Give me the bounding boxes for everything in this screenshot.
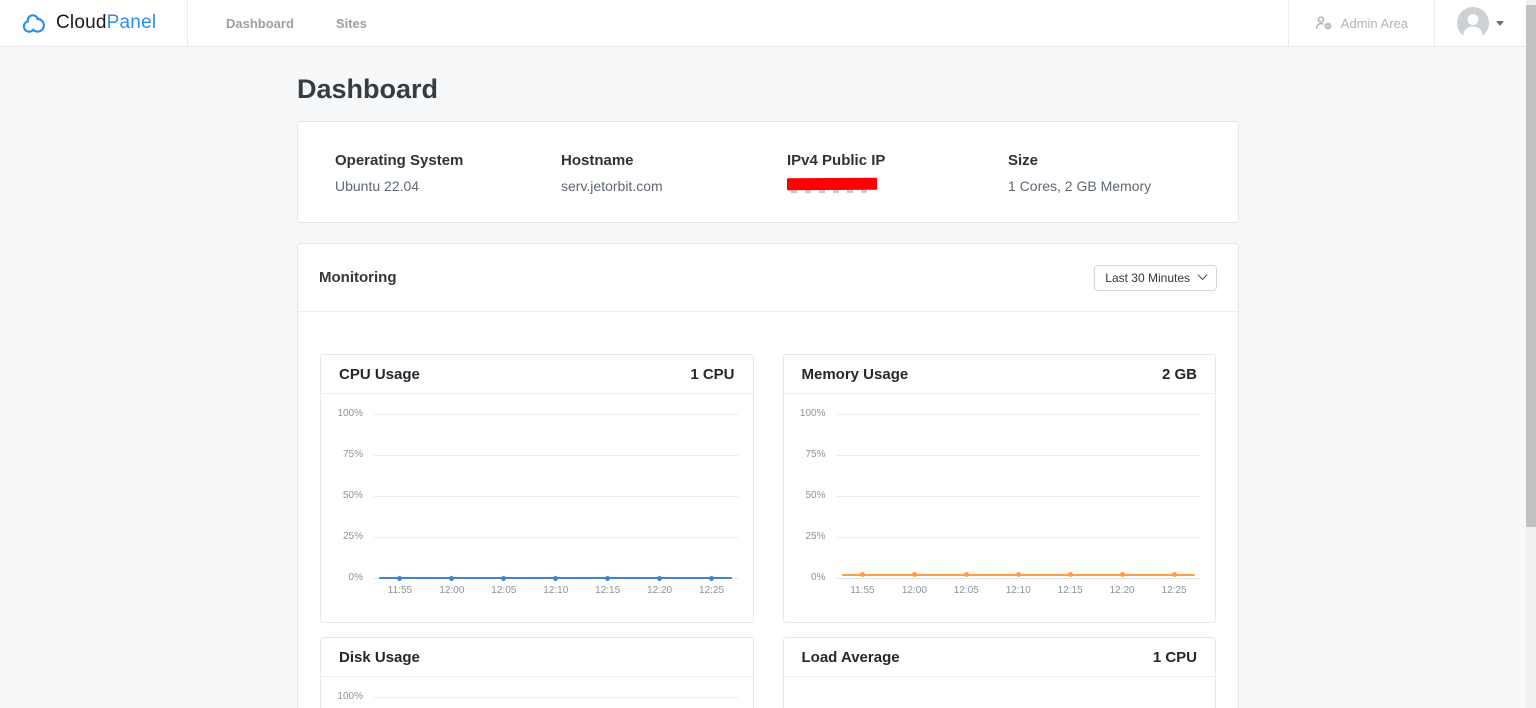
admin-area-label: Admin Area [1340,15,1408,31]
cloud-logo-icon [20,10,47,37]
navbar-right: Admin Area [1287,0,1526,46]
chart-header: Load Average 1 CPU [783,638,1215,677]
chart-plot-area [784,677,1216,708]
info-value: Ubuntu 22.04 [335,178,420,194]
x-axis-tick-label: 12:05 [491,585,517,596]
chart-card-disk-usage: Disk Usage 100%75%50%25%0% [320,637,754,708]
nav-item-sites[interactable]: Sites [336,16,367,31]
charts-grid: CPU Usage 1 CPU 100% 75% 50% 25% 0% 11:55 12:0… [298,312,1238,708]
x-axis-tick-label: 12:20 [1109,585,1135,596]
chart-header: Disk Usage [321,638,753,677]
x-axis-tick-label: 12:00 [901,585,927,596]
avatar [1457,7,1489,39]
y-axis-tick-label: 75% [805,449,826,460]
data-point-dot [963,572,969,578]
x-axis-tick-label: 11:55 [387,585,413,596]
gridline [374,697,738,698]
chevron-down-icon [1197,269,1208,280]
info-label: IPv4 Public IP [787,152,886,169]
info-label: Size [1008,152,1039,169]
data-point-dot [1067,572,1073,578]
data-point-dot [709,575,715,581]
y-axis-tick-label: 100% [799,408,826,419]
info-col-ipv4-public-ip: IPv4 Public IP [786,152,1008,194]
x-axis-tick-label: 12:15 [1057,585,1083,596]
data-point-dot [1015,572,1021,578]
page-title: Dashboard [297,74,439,104]
x-axis-tick-label: 12:25 [699,585,725,596]
x-axis-tick-label: 12:10 [1005,585,1031,596]
info-col-hostname: Hostname serv.jetorbit.com [561,152,787,194]
scrollbar-thumb[interactable] [1526,5,1536,527]
chart-plot-area: 100% 75% 50% 25% 0% 11:55 12:00 12:05 12:10 12:15… [784,394,1216,622]
y-axis-tick-label: 50% [342,490,363,501]
monitoring-card: Monitoring Last 30 Minutes CPU Usage 1 C… [297,243,1239,708]
x-axis-tick-label: 12:05 [953,585,979,596]
y-axis-tick-label: 50% [805,490,826,501]
server-info-card: Operating System Ubuntu 22.04 Hostname s… [297,121,1239,223]
vertical-scrollbar[interactable] [1526,0,1536,708]
chart-unit-label: 2 GB [1161,365,1197,383]
monitoring-title: Monitoring [319,269,397,286]
y-axis-tick-label: 0% [348,572,363,583]
data-point-dot [911,572,917,578]
data-point-dot [501,575,507,581]
main-nav: Dashboard Sites [226,0,367,46]
monitoring-header: Monitoring Last 30 Minutes [298,244,1238,312]
chart-header: CPU Usage 1 CPU [321,355,753,394]
nav-item-dashboard[interactable]: Dashboard [226,16,294,31]
chart-header: Memory Usage 2 GB [783,355,1215,394]
data-point-dot [449,575,455,581]
data-point-dot [553,575,559,581]
data-point-dot [1171,572,1177,578]
x-axis-tick-label: 12:15 [595,585,621,596]
chart-card-cpu-usage: CPU Usage 1 CPU 100% 75% 50% 25% 0% 11:55 12:0… [320,354,754,623]
chart-plot-area: 100%75%50%25%0% [321,677,753,708]
admin-area-button[interactable]: Admin Area [1287,0,1434,46]
y-axis-tick-label: 75% [342,449,363,460]
y-axis-tick-label: 0% [811,572,826,583]
user-menu[interactable] [1434,0,1526,46]
chart-title: Disk Usage [339,648,420,666]
chart-plot-area: 100% 75% 50% 25% 0% 11:55 12:00 12:05 12:10 12:15… [321,394,753,622]
x-axis-tick-label: 12:00 [439,585,465,596]
brand-logo[interactable]: CloudPanel [0,0,188,46]
data-point-dot [605,575,611,581]
redacted-ip-value [786,177,878,191]
main-content: Dashboard Operating System Ubuntu 22.04 … [297,47,1239,708]
info-col-operating-system: Operating System Ubuntu 22.04 [335,152,561,194]
x-axis-tick-label: 12:25 [1161,585,1187,596]
info-value: serv.jetorbit.com [561,178,663,194]
info-label: Operating System [335,152,464,169]
chart-card-memory-usage: Memory Usage 2 GB 100% 75% 50% 25% 0% 11:55 12… [782,354,1216,623]
time-range-value: Last 30 Minutes [1105,270,1190,285]
chevron-down-icon [1496,20,1504,26]
chart-unit-label: 1 CPU [690,365,735,383]
chart-title: CPU Usage [339,365,420,383]
chart-card-load-average: Load Average 1 CPU [782,637,1216,708]
data-point-dot [1119,572,1125,578]
data-point-dot [657,575,663,581]
x-axis-tick-label: 12:20 [647,585,673,596]
data-point-dot [859,572,865,578]
y-axis-tick-label: 100% [337,691,363,702]
info-value: 1 Cores, 2 GB Memory [1008,178,1152,194]
chart-title: Memory Usage [801,365,909,383]
y-axis-tick-label: 25% [805,531,826,542]
y-axis-tick-label: 25% [342,531,363,542]
users-gear-icon [1315,15,1333,31]
x-axis-tick-label: 11:55 [850,585,875,596]
time-range-select[interactable]: Last 30 Minutes [1094,264,1217,291]
plot-span: 11:55 12:00 12:05 12:10 12:15 12:20 12:25 [374,394,738,622]
chart-title: Load Average [801,648,900,666]
y-axis-tick-label: 100% [337,408,363,419]
plot-span: 11:55 12:00 12:05 12:10 12:15 12:20 12:25 [837,394,1201,622]
x-axis-tick-label: 12:10 [543,585,569,596]
brand-name: CloudPanel [56,12,157,33]
info-col-size: Size 1 Cores, 2 GB Memory [1008,152,1201,194]
info-label: Hostname [561,152,634,169]
top-navbar: CloudPanel Dashboard Sites Admin Area [0,0,1536,47]
chart-unit-label: 1 CPU [1152,648,1197,666]
